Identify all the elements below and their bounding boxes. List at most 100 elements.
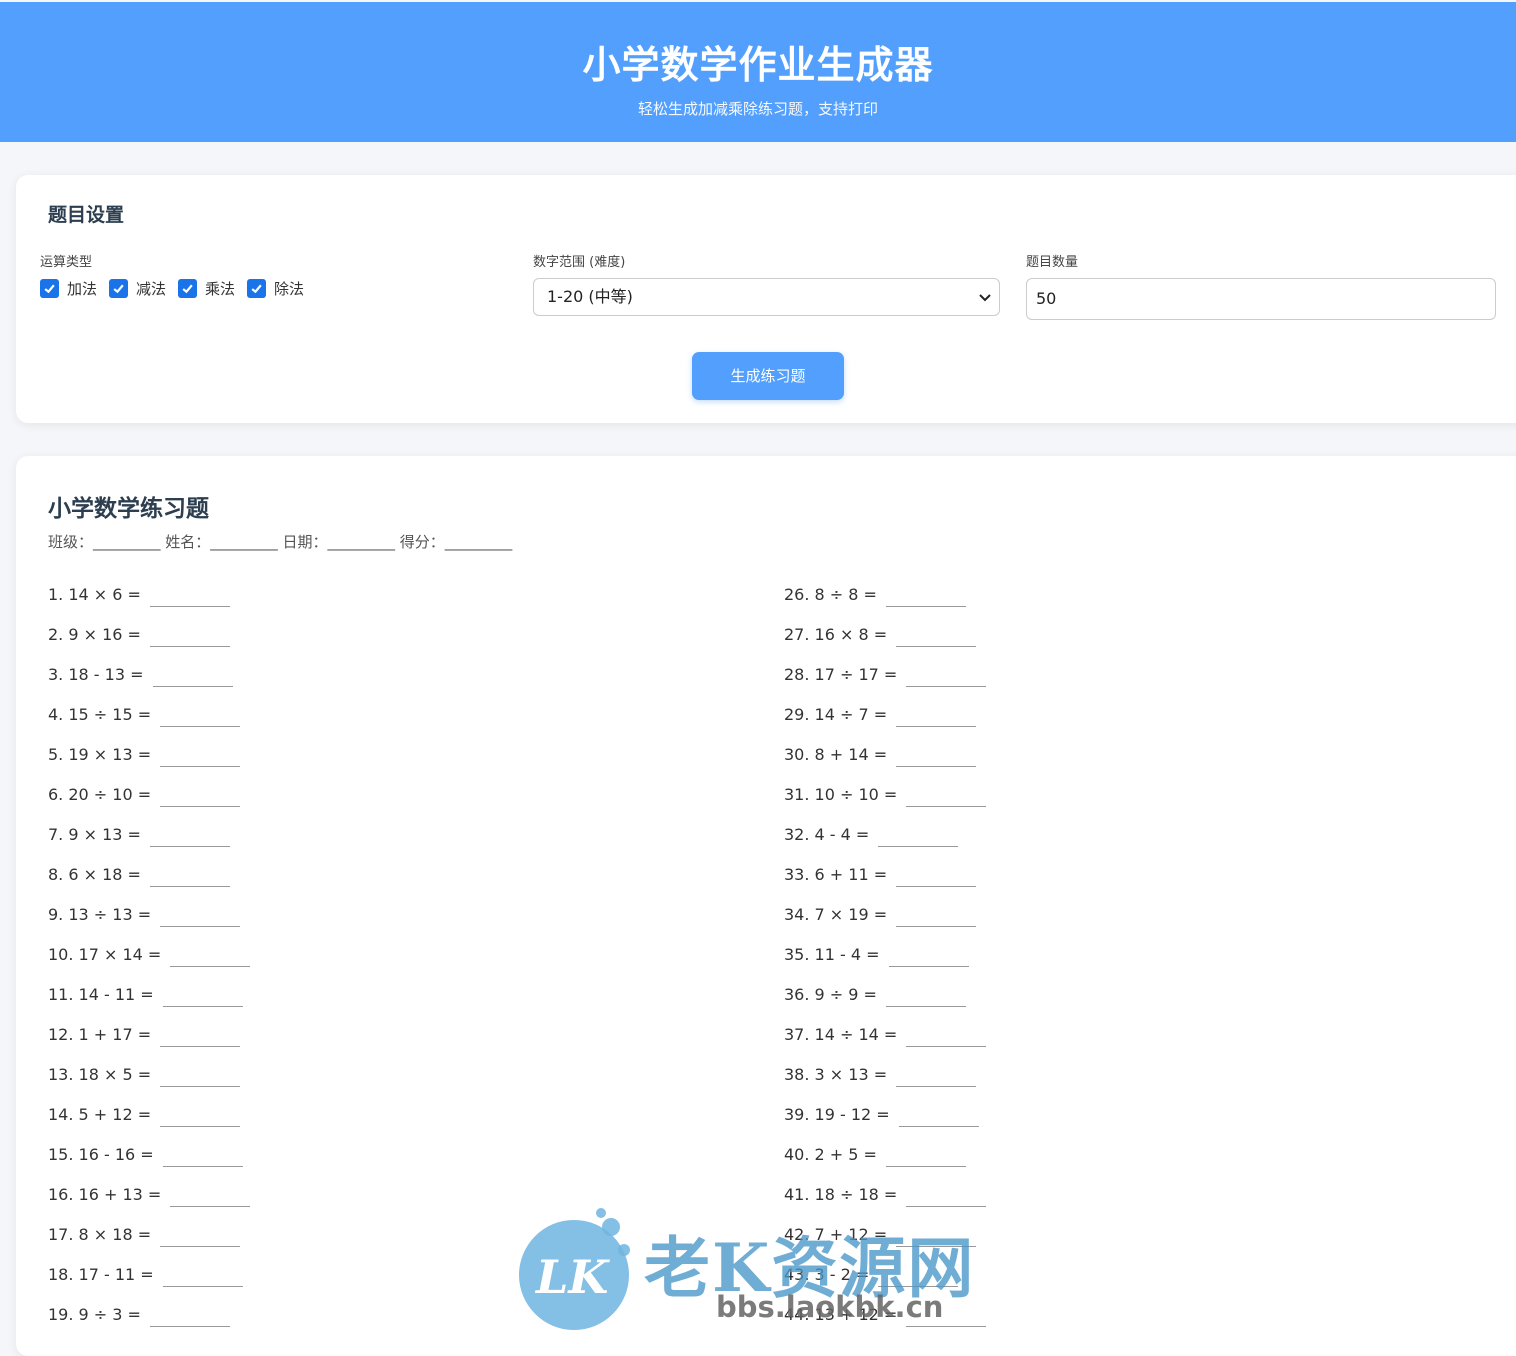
problem-text: 16. 16 + 13 = <box>48 1185 162 1204</box>
problem-item: 38. 3 × 13 = <box>784 1064 1484 1104</box>
answer-blank[interactable] <box>162 1264 243 1287</box>
answer-blank[interactable] <box>906 664 987 687</box>
problem-text: 31. 10 ÷ 10 = <box>784 785 898 804</box>
checkbox-checked-icon[interactable] <box>178 279 198 298</box>
problem-item: 13. 18 × 5 = <box>48 1064 748 1104</box>
answer-blank[interactable] <box>160 784 241 807</box>
answer-blank[interactable] <box>160 1224 241 1247</box>
problem-item: 12. 1 + 17 = <box>48 1024 748 1064</box>
app-title: 小学数学作业生成器 <box>582 43 934 87</box>
answer-blank[interactable] <box>896 904 977 927</box>
op-addition[interactable]: 加法 <box>40 278 97 299</box>
checkbox-checked-icon[interactable] <box>40 279 59 298</box>
answer-blank[interactable] <box>162 984 243 1007</box>
problem-item: 33. 6 + 11 = <box>784 864 1484 904</box>
answer-blank[interactable] <box>896 704 977 727</box>
problem-text: 18. 17 - 11 = <box>48 1265 154 1284</box>
answer-blank[interactable] <box>162 1144 243 1167</box>
answer-blank[interactable] <box>160 1024 241 1047</box>
problem-text: 43. 3 - 2 = <box>784 1265 870 1284</box>
problem-item: 34. 7 × 19 = <box>784 904 1484 944</box>
problem-item: 27. 16 × 8 = <box>784 624 1484 664</box>
op-type-group: 加法 减法 乘法 除法 <box>40 278 316 299</box>
answer-blank[interactable] <box>885 984 966 1007</box>
answer-blank[interactable] <box>906 1304 987 1327</box>
answer-blank[interactable] <box>885 1144 966 1167</box>
problem-item: 1. 14 × 6 = <box>48 584 748 624</box>
answer-blank[interactable] <box>149 624 230 647</box>
problem-text: 13. 18 × 5 = <box>48 1065 152 1084</box>
app-subtitle: 轻松生成加减乘除练习题，支持打印 <box>637 100 878 118</box>
answer-blank[interactable] <box>896 1224 977 1247</box>
problem-text: 9. 13 ÷ 13 = <box>48 905 152 924</box>
checkbox-checked-icon[interactable] <box>247 279 267 298</box>
answer-blank[interactable] <box>160 744 241 767</box>
answer-blank[interactable] <box>149 1304 230 1327</box>
problem-item: 35. 11 - 4 = <box>784 944 1484 984</box>
problem-text: 12. 1 + 17 = <box>48 1025 152 1044</box>
checkbox-checked-icon[interactable] <box>109 279 129 298</box>
problem-text: 7. 9 × 13 = <box>48 825 141 844</box>
problem-item: 9. 13 ÷ 13 = <box>48 904 748 944</box>
answer-blank[interactable] <box>160 904 241 927</box>
student-info-line: 班级：_________ 姓名：_________ 日期：_________ 得… <box>48 533 513 551</box>
answer-blank[interactable] <box>896 744 977 767</box>
problem-text: 14. 5 + 12 = <box>48 1105 152 1124</box>
problem-text: 28. 17 ÷ 17 = <box>784 665 898 684</box>
answer-blank[interactable] <box>906 1024 987 1047</box>
answer-blank[interactable] <box>149 584 230 607</box>
answer-blank[interactable] <box>160 1064 241 1087</box>
answer-blank[interactable] <box>149 864 230 887</box>
generate-button[interactable]: 生成练习题 <box>692 352 844 400</box>
problem-item: 28. 17 ÷ 17 = <box>784 664 1484 704</box>
answer-blank[interactable] <box>160 704 241 727</box>
problem-text: 3. 18 - 13 = <box>48 665 144 684</box>
problem-item: 5. 19 × 13 = <box>48 744 748 784</box>
answer-blank[interactable] <box>149 824 230 847</box>
answer-blank[interactable] <box>888 944 969 967</box>
problem-text: 36. 9 ÷ 9 = <box>784 985 877 1004</box>
answer-blank[interactable] <box>878 824 959 847</box>
problem-text: 19. 9 ÷ 3 = <box>48 1305 141 1324</box>
answer-blank[interactable] <box>170 944 251 967</box>
problem-item: 31. 10 ÷ 10 = <box>784 784 1484 824</box>
problem-item: 42. 7 + 12 = <box>784 1224 1484 1264</box>
problem-text: 10. 17 × 14 = <box>48 945 162 964</box>
problem-item: 44. 13 + 12 = <box>784 1304 1484 1344</box>
answer-blank[interactable] <box>906 1184 987 1207</box>
problem-text: 6. 20 ÷ 10 = <box>48 785 152 804</box>
op-label: 减法 <box>136 280 167 298</box>
problem-item: 11. 14 - 11 = <box>48 984 748 1024</box>
problem-item: 37. 14 ÷ 14 = <box>784 1024 1484 1064</box>
answer-blank[interactable] <box>885 584 966 607</box>
problem-item: 7. 9 × 13 = <box>48 824 748 864</box>
range-label: 数字范围 (难度) <box>533 255 626 270</box>
problem-item: 15. 16 - 16 = <box>48 1144 748 1184</box>
answer-blank[interactable] <box>896 624 977 647</box>
problem-item: 29. 14 ÷ 7 = <box>784 704 1484 744</box>
app-header: 小学数学作业生成器 轻松生成加减乘除练习题，支持打印 <box>0 2 1516 142</box>
answer-blank[interactable] <box>898 1104 979 1127</box>
problem-text: 29. 14 ÷ 7 = <box>784 705 888 724</box>
problem-text: 5. 19 × 13 = <box>48 745 152 764</box>
problem-text: 26. 8 ÷ 8 = <box>784 585 877 604</box>
problem-text: 11. 14 - 11 = <box>48 985 154 1004</box>
answer-blank[interactable] <box>896 1064 977 1087</box>
answer-blank[interactable] <box>896 864 977 887</box>
op-subtraction[interactable]: 减法 <box>109 278 166 299</box>
answer-blank[interactable] <box>160 1104 241 1127</box>
settings-panel: 题目设置 运算类型 加法 减法 乘法 除法 数字范围 (难度) 1-20 (中等… <box>16 175 1516 423</box>
problem-text: 42. 7 + 12 = <box>784 1225 888 1244</box>
range-select[interactable]: 1-20 (中等) <box>533 278 1000 316</box>
problem-text: 33. 6 + 11 = <box>784 865 888 884</box>
answer-blank[interactable] <box>152 664 233 687</box>
op-division[interactable]: 除法 <box>247 278 304 299</box>
op-label: 加法 <box>67 280 98 298</box>
answer-blank[interactable] <box>170 1184 251 1207</box>
count-input[interactable]: 50 <box>1026 278 1496 320</box>
answer-blank[interactable] <box>906 784 987 807</box>
answer-blank[interactable] <box>878 1264 959 1287</box>
op-multiplication[interactable]: 乘法 <box>178 278 235 299</box>
problem-text: 30. 8 + 14 = <box>784 745 888 764</box>
problem-item: 43. 3 - 2 = <box>784 1264 1484 1304</box>
